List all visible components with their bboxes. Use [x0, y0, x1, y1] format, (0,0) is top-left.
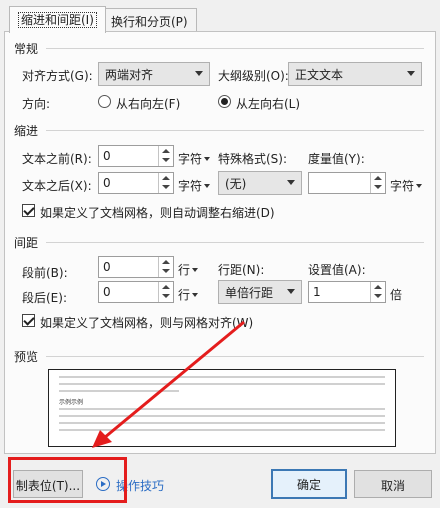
- annotation-arrow: [92, 320, 245, 448]
- annotation-arrow-line: [103, 320, 245, 440]
- tab-indent-spacing-label: 缩进和间距(I): [18, 12, 97, 28]
- tab-indent-spacing[interactable]: 缩进和间距(I): [9, 6, 106, 33]
